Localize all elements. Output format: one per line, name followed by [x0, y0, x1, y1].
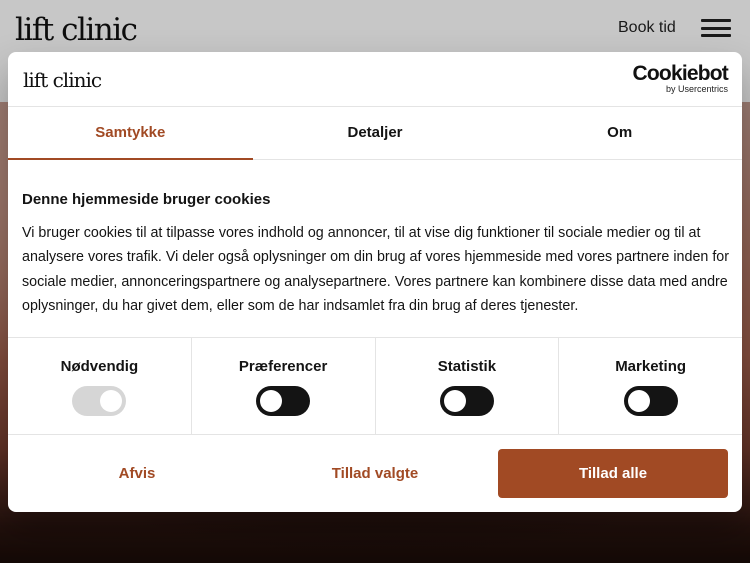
- necessary-toggle: [72, 386, 127, 416]
- pref-statistics: Statistik: [376, 338, 560, 434]
- statistics-toggle[interactable]: [439, 386, 494, 416]
- allow-all-button[interactable]: Tillad alle: [498, 449, 728, 498]
- preferences-toggle[interactable]: [256, 386, 311, 416]
- pref-label: Præferencer: [238, 358, 328, 375]
- consent-title: Denne hjemmeside bruger cookies: [22, 191, 271, 208]
- pref-marketing: Marketing: [559, 338, 742, 434]
- tab-samtykke[interactable]: Samtykke: [8, 107, 253, 160]
- cookie-consent-dialog: lift clinic Cookiebot by Usercentrics Sa…: [8, 52, 742, 512]
- pref-preferences: Præferencer: [192, 338, 376, 434]
- consent-preferences: Nødvendig Præferencer Statistik Marketin…: [8, 337, 742, 435]
- pref-label: Nødvendig: [60, 358, 139, 375]
- consent-body: Vi bruger cookies til at tilpasse vores …: [22, 225, 729, 314]
- pref-necessary: Nødvendig: [8, 338, 192, 434]
- cookiebot-brand: Cookiebot: [632, 62, 729, 85]
- decline-button[interactable]: Afvis: [22, 449, 252, 498]
- tab-om[interactable]: Om: [497, 107, 742, 159]
- tab-detaljer[interactable]: Detaljer: [253, 107, 498, 159]
- pref-label: Marketing: [615, 358, 687, 375]
- dialog-logo: lift clinic: [23, 68, 102, 92]
- dialog-header: lift clinic Cookiebot by Usercentrics: [8, 52, 742, 107]
- marketing-toggle[interactable]: [623, 386, 678, 416]
- cookiebot-logo[interactable]: Cookiebot by Usercentrics: [632, 62, 729, 95]
- allow-selected-button[interactable]: Tillad valgte: [260, 449, 490, 498]
- cookiebot-sub: by Usercentrics: [665, 84, 728, 94]
- consent-content: Denne hjemmeside bruger cookies Vi bruge…: [8, 191, 742, 318]
- dialog-actions: Afvis Tillad valgte Tillad alle: [8, 449, 742, 499]
- pref-label: Statistik: [437, 358, 497, 375]
- dialog-tabs: Samtykke Detaljer Om: [8, 107, 742, 160]
